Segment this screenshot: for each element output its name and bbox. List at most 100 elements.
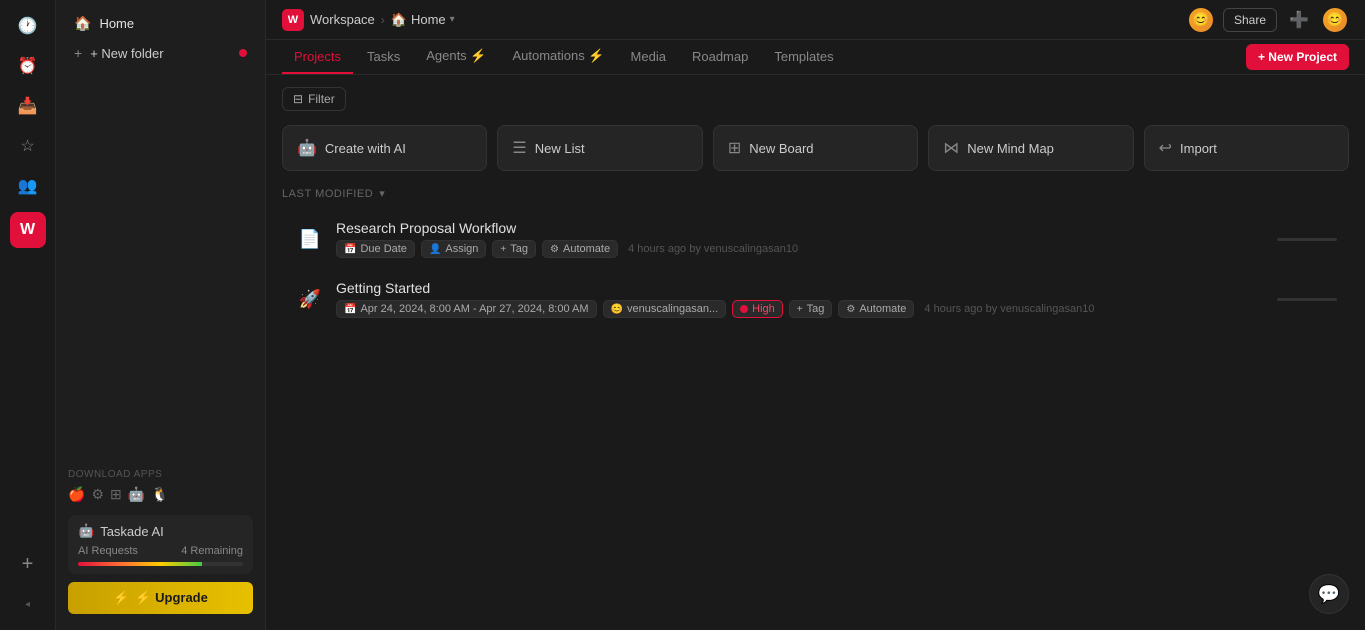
star-icon[interactable]: ☆ xyxy=(10,128,46,164)
project-thumb-research: 📄 xyxy=(294,223,326,255)
user-chip[interactable]: 😊 venuscalingasan... xyxy=(603,300,727,318)
tab-agents[interactable]: Agents ⚡ xyxy=(414,40,498,74)
priority-chip[interactable]: High xyxy=(732,300,783,318)
project-scrollbar-research xyxy=(1277,238,1337,241)
android-icon[interactable]: ⚙ xyxy=(91,486,104,503)
ai-remaining-label: 4 Remaining xyxy=(181,545,243,557)
tab-templates[interactable]: Templates xyxy=(762,41,845,74)
filter-label: Filter xyxy=(308,92,335,106)
tag-plus-icon-2: + xyxy=(797,304,803,315)
other-icon[interactable]: 🐧 xyxy=(151,486,168,503)
top-bar: W Workspace › 🏠 Home ▾ 😊 Share ➕ 😊 xyxy=(266,0,1365,40)
list-icon: ☰ xyxy=(512,138,526,158)
tab-templates-label: Templates xyxy=(774,49,833,64)
priority-dot-icon xyxy=(740,305,748,313)
assign-chip[interactable]: 👤 Assign xyxy=(421,240,486,258)
calendar-icon: 📅 xyxy=(344,244,356,255)
project-item-research[interactable]: 📄 Research Proposal Workflow 📅 Due Date … xyxy=(282,210,1349,268)
last-modified-chevron: ▾ xyxy=(379,187,385,200)
create-with-ai-option[interactable]: 🤖 Create with AI xyxy=(282,125,487,171)
automate-label: Automate xyxy=(563,243,610,255)
tab-tasks[interactable]: Tasks xyxy=(355,41,412,74)
priority-label: High xyxy=(752,303,775,315)
windows-icon[interactable]: ⊞ xyxy=(110,486,122,503)
automate-chip-2[interactable]: ⚙ Automate xyxy=(838,300,914,318)
breadcrumb-arrow: › xyxy=(381,13,385,27)
apple-icon[interactable]: 🍎 xyxy=(68,486,85,503)
tab-projects[interactable]: Projects xyxy=(282,41,353,74)
ai-create-icon: 🤖 xyxy=(297,138,317,158)
add-user-icon[interactable]: ➕ xyxy=(1285,6,1313,34)
upgrade-button[interactable]: ⚡ ⚡ Upgrade xyxy=(68,582,253,614)
date-range-label: Apr 24, 2024, 8:00 AM - Apr 27, 2024, 8:… xyxy=(360,303,588,315)
automate-icon: ⚙ xyxy=(550,244,559,255)
assign-icon: 👤 xyxy=(429,244,441,255)
workspace-breadcrumb-label[interactable]: Workspace xyxy=(310,12,375,27)
ai-icon: 🤖 xyxy=(78,523,94,539)
filter-row: ⊟ Filter xyxy=(282,87,1349,111)
new-folder-left: + + New folder xyxy=(74,45,164,61)
ai-progress-bar xyxy=(78,562,243,566)
project-meta-getting-started: 📅 Apr 24, 2024, 8:00 AM - Apr 27, 2024, … xyxy=(336,300,1337,318)
project-time-research: 4 hours ago by venuscalingasan10 xyxy=(628,243,798,255)
new-folder-row[interactable]: + + New folder xyxy=(62,40,259,66)
user-chip-label: venuscalingasan... xyxy=(627,303,718,315)
user-avatar-icon: 😊 xyxy=(611,304,623,315)
home-label: Home xyxy=(99,16,134,31)
avatar-group: 😊 xyxy=(1187,6,1215,34)
add-workspace-icon[interactable]: + xyxy=(10,546,46,582)
tab-media[interactable]: Media xyxy=(619,41,678,74)
workspace-logo: W xyxy=(282,9,304,31)
new-project-button[interactable]: + New Project xyxy=(1246,44,1349,70)
new-board-option[interactable]: ⊞ New Board xyxy=(713,125,918,171)
board-icon: ⊞ xyxy=(728,138,741,158)
breadcrumb: W Workspace › 🏠 Home ▾ xyxy=(282,9,455,31)
reminders-icon[interactable]: ⏰ xyxy=(10,48,46,84)
taskade-ai-section: 🤖 Taskade AI AI Requests 4 Remaining xyxy=(68,515,253,574)
tag-chip[interactable]: + Tag xyxy=(492,240,536,258)
date-range-chip[interactable]: 📅 Apr 24, 2024, 8:00 AM - Apr 27, 2024, … xyxy=(336,300,597,318)
project-item-getting-started[interactable]: 🚀 Getting Started 📅 Apr 24, 2024, 8:00 A… xyxy=(282,270,1349,328)
date-range-icon: 📅 xyxy=(344,304,356,315)
taskade-ai-label: Taskade AI xyxy=(100,524,164,539)
create-options: 🤖 Create with AI ☰ New List ⊞ New Board … xyxy=(282,125,1349,171)
new-list-option[interactable]: ☰ New List xyxy=(497,125,702,171)
new-board-label: New Board xyxy=(749,141,813,156)
import-label: Import xyxy=(1180,141,1217,156)
last-modified-row[interactable]: LAST MODIFIED ▾ xyxy=(282,187,1349,200)
automate-chip[interactable]: ⚙ Automate xyxy=(542,240,618,258)
tag-label: Tag xyxy=(510,243,528,255)
home-breadcrumb[interactable]: 🏠 Home ▾ xyxy=(391,12,455,28)
tab-automations-label: Automations ⚡ xyxy=(512,48,604,64)
tab-automations[interactable]: Automations ⚡ xyxy=(500,40,616,74)
tab-tasks-label: Tasks xyxy=(367,49,400,64)
user-avatar[interactable]: 😊 xyxy=(1321,6,1349,34)
project-info-research: Research Proposal Workflow 📅 Due Date 👤 … xyxy=(336,220,1337,258)
workspace-badge[interactable]: W xyxy=(10,212,46,248)
import-icon: ↩ xyxy=(1159,138,1172,158)
home-chevron-icon: ▾ xyxy=(450,14,455,25)
share-button[interactable]: Share xyxy=(1223,8,1277,32)
recent-icon[interactable]: 🕐 xyxy=(10,8,46,44)
import-option[interactable]: ↩ Import xyxy=(1144,125,1349,171)
due-date-chip[interactable]: 📅 Due Date xyxy=(336,240,415,258)
sidebar-bottom: DOWNLOAD APPS 🍎 ⚙ ⊞ 🤖 🐧 🤖 Taskade AI AI … xyxy=(56,461,265,622)
tab-projects-label: Projects xyxy=(294,49,341,64)
tab-media-label: Media xyxy=(631,49,666,64)
filter-button[interactable]: ⊟ Filter xyxy=(282,87,346,111)
automate-label-2: Automate xyxy=(859,303,906,315)
linux-icon[interactable]: 🤖 xyxy=(128,486,145,503)
collapse-icon[interactable]: ◂ xyxy=(10,586,46,622)
people-icon[interactable]: 👥 xyxy=(10,168,46,204)
new-mind-map-option[interactable]: ⋈ New Mind Map xyxy=(928,125,1133,171)
tag-chip-2[interactable]: + Tag xyxy=(789,300,833,318)
inbox-icon[interactable]: 📥 xyxy=(10,88,46,124)
chat-button[interactable]: 💬 xyxy=(1309,574,1349,614)
tab-roadmap-label: Roadmap xyxy=(692,49,748,64)
tab-agents-label: Agents ⚡ xyxy=(426,48,486,64)
ai-progress-fill xyxy=(78,562,202,566)
tab-roadmap[interactable]: Roadmap xyxy=(680,41,760,74)
sidebar-item-home[interactable]: 🏠 Home xyxy=(62,9,259,38)
home-breadcrumb-label: Home xyxy=(411,12,446,27)
mind-map-icon: ⋈ xyxy=(943,138,959,158)
